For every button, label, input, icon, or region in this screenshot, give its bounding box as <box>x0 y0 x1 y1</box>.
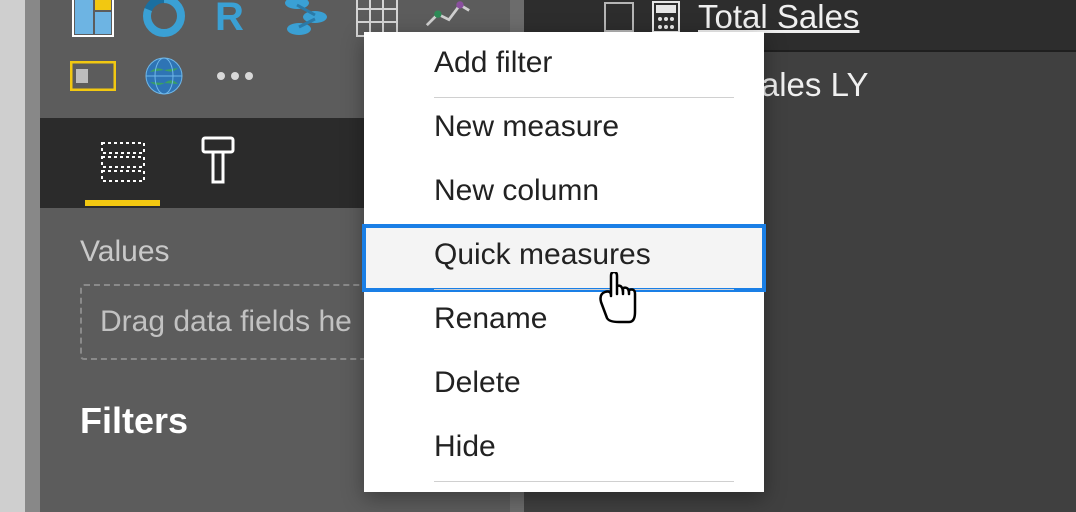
menu-item-add-filter[interactable]: Add filter <box>364 34 764 98</box>
app-left-gutter-inner <box>25 0 40 512</box>
app-left-gutter <box>0 0 40 512</box>
menu-item-quick-measures[interactable]: Quick measures <box>364 226 764 290</box>
menu-item-label: Add filter <box>434 46 552 79</box>
viz-icon-more-ellipsis[interactable] <box>212 53 258 99</box>
menu-item-label: Delete <box>434 366 521 399</box>
filters-section-header: Filters <box>80 400 188 442</box>
field-checkbox[interactable] <box>604 2 634 32</box>
viz-icon-kpi-box[interactable] <box>70 53 116 99</box>
menu-item-label: New measure <box>434 110 619 143</box>
menu-item-new-measure[interactable]: New measure <box>364 98 764 162</box>
viz-icon-r-visual[interactable]: R <box>212 0 258 39</box>
active-tab-indicator <box>85 200 160 206</box>
calculator-icon <box>652 1 680 33</box>
menu-item-label: Rename <box>434 302 547 335</box>
menu-item-label: Quick measures <box>434 238 651 271</box>
svg-text:R: R <box>215 0 244 38</box>
viz-icon-data-flow[interactable] <box>283 0 329 39</box>
field-label: Total Sales <box>698 0 859 36</box>
viz-icon-globe[interactable] <box>141 53 187 99</box>
tab-format[interactable] <box>190 118 245 206</box>
menu-item-hide[interactable]: Hide <box>364 418 764 482</box>
viz-icon-donut[interactable] <box>141 0 187 39</box>
viz-icon-treemap[interactable] <box>70 0 116 39</box>
tab-fields[interactable] <box>95 118 150 206</box>
values-drop-zone[interactable]: Drag data fields he <box>80 284 390 360</box>
menu-item-label: New column <box>434 174 599 207</box>
menu-item-label: Hide <box>434 430 496 463</box>
menu-item-delete[interactable]: Delete <box>364 354 764 418</box>
values-section-label: Values <box>80 235 170 269</box>
menu-item-new-column[interactable]: New column <box>364 162 764 226</box>
context-menu: Add filter New measure New column Quick … <box>364 32 764 492</box>
values-drop-placeholder: Drag data fields he <box>100 305 352 339</box>
menu-item-rename[interactable]: Rename <box>364 290 764 354</box>
